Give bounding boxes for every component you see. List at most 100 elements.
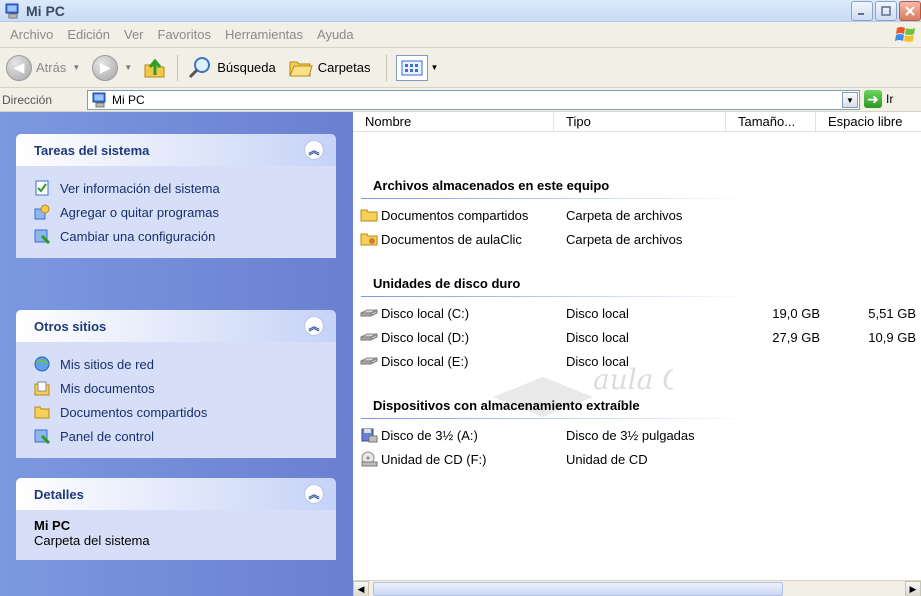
go-label: Ir [886,92,894,106]
address-dropdown-button[interactable]: ▼ [842,92,858,108]
task-add-remove-programs[interactable]: Agregar o quitar programas [34,200,318,224]
folders-button[interactable]: Carpetas [285,51,374,85]
item-name: Documentos compartidos [381,207,529,223]
address-value: Mi PC [112,93,145,107]
task-change-setting[interactable]: Cambiar una configuración [34,224,318,248]
column-free-space[interactable]: Espacio libre [816,112,921,132]
collapse-icon[interactable]: ︽ [304,140,324,160]
item-free-space: 5,51 GB [868,305,916,321]
back-arrow-icon: ◀ [6,54,32,81]
item-name: Disco local (C:) [381,305,470,321]
close-icon [905,6,915,16]
my-computer-icon [5,3,19,18]
go-button[interactable]: ➜ Ir [864,90,893,108]
file-row[interactable]: Documentos compartidos Carpeta de archivo… [360,204,921,226]
file-row[interactable]: Disco de 3½ (A:) Disco de 3½ pulgadas [360,424,921,446]
task-label: Cambiar una configuración [60,228,216,244]
file-list: Nombre Tipo Tamaño... Espacio libre aula… [353,112,921,596]
floppy-icon [360,427,378,443]
file-row[interactable]: Documentos de aulaClic Carpeta de archivo… [360,228,921,250]
menu-ayuda[interactable]: Ayuda [310,27,361,42]
address-label: Dirección [2,92,53,107]
address-input[interactable]: Mi PC ▼ [87,90,860,110]
menu-edicion[interactable]: Edición [60,27,117,42]
views-button[interactable]: ▼ [393,51,442,85]
task-label: Ver información del sistema [60,180,220,196]
place-label: Documentos compartidos [60,404,208,420]
item-size: 27,9 GB [772,329,820,345]
menu-favoritos[interactable]: Favoritos [151,27,218,42]
folder-icon [360,207,378,223]
hard-disk-icon [360,329,378,345]
scrollbar-thumb[interactable] [373,582,783,596]
close-button[interactable] [899,1,921,21]
system-info-icon [35,180,49,196]
control-panel-icon [34,229,50,244]
chevron-down-icon[interactable]: ▼ [124,63,132,72]
file-row[interactable]: Unidad de CD (F:) Unidad de CD [360,448,921,470]
file-row[interactable]: Disco local (D:) Disco local 27,9 GB 10,9 G… [360,326,921,348]
forward-button[interactable]: ▶ ▼ [89,51,135,85]
column-headers: Nombre Tipo Tamaño... Espacio libre [353,112,921,132]
chevron-down-icon[interactable]: ▼ [72,63,80,72]
forward-arrow-icon: ▶ [92,54,119,81]
minimize-button[interactable] [851,1,873,21]
minimize-icon [858,13,864,15]
collapse-icon[interactable]: ︽ [304,484,324,504]
other-places-header[interactable]: Otros sitios ︽ [16,310,336,342]
item-type: Disco local [566,305,629,321]
control-panel-icon [34,429,50,444]
search-label: Búsqueda [217,60,276,75]
up-folder-button[interactable] [139,51,171,85]
place-my-documents[interactable]: Mis documentos [34,376,318,400]
task-view-system-info[interactable]: Ver información del sistema [34,176,318,200]
toolbar-separator [177,54,179,81]
item-name: Disco local (D:) [381,329,470,345]
column-name[interactable]: Nombre [353,112,554,132]
collapse-icon[interactable]: ︽ [304,316,324,336]
chevron-down-icon[interactable]: ▼ [431,63,439,72]
item-size: 19,0 GB [772,305,820,321]
place-network-places[interactable]: Mis sitios de red [34,352,318,376]
maximize-icon [881,6,891,16]
item-name: Documentos de aulaClic [381,231,522,247]
column-type[interactable]: Tipo [554,112,726,132]
place-shared-documents[interactable]: Documentos compartidos [34,400,318,424]
file-row[interactable]: Disco local (E:) Disco local [360,350,921,372]
system-tasks-header[interactable]: Tareas del sistema ︽ [16,134,336,166]
group-divider [361,198,751,199]
task-label: Agregar o quitar programas [60,204,219,220]
up-folder-icon [144,58,165,77]
my-computer-icon [92,92,106,108]
file-row[interactable]: Disco local (C:) Disco local 19,0 GB 5,51 G… [360,302,921,324]
toolbar: ◀ Atrás ▼ ▶ ▼ Búsqueda Carpetas ▼ [0,48,921,88]
search-button[interactable]: Búsqueda [184,51,279,85]
group-header: Unidades de disco duro [373,276,521,291]
title-bar[interactable]: Mi PC [0,0,921,22]
item-type: Unidad de CD [566,451,648,467]
scroll-left-button[interactable]: ◀ [353,581,369,596]
back-button[interactable]: ◀ Atrás ▼ [3,51,83,85]
window-title: Mi PC [26,2,65,19]
menu-bar: Archivo Edición Ver Favoritos Herramient… [0,22,921,48]
menu-archivo[interactable]: Archivo [3,27,60,42]
menu-ver[interactable]: Ver [117,27,151,42]
network-places-icon [34,356,50,372]
item-type: Disco de 3½ pulgadas [566,427,695,443]
hard-disk-icon [360,305,378,321]
menu-herramientas[interactable]: Herramientas [218,27,310,42]
group-header: Archivos almacenados en este equipo [373,178,610,193]
place-control-panel[interactable]: Panel de control [34,424,318,448]
scroll-right-button[interactable]: ▶ [905,581,921,596]
details-header[interactable]: Detalles ︽ [16,478,336,510]
horizontal-scrollbar[interactable]: ◀ ▶ [353,580,921,596]
hard-disk-icon [360,353,378,369]
item-free-space: 10,9 GB [868,329,916,345]
item-name: Disco local (E:) [381,353,469,369]
folder-icon [34,406,50,419]
back-label: Atrás [36,60,67,75]
details-panel: Detalles ︽ Mi PC Carpeta del sistema [16,478,336,560]
maximize-button[interactable] [875,1,897,21]
column-size[interactable]: Tamaño... [726,112,816,132]
other-places-title: Otros sitios [34,318,107,334]
